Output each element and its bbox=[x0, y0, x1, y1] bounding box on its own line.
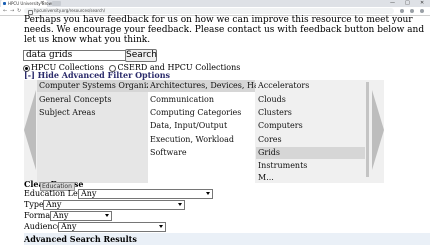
chevron-down-icon bbox=[178, 203, 182, 206]
filter-browser: Computer Systems Organization General Co… bbox=[24, 80, 384, 183]
filter-option[interactable]: Clusters bbox=[258, 107, 292, 119]
profile-icon[interactable] bbox=[410, 9, 414, 13]
audience-row: Audience: Any bbox=[24, 222, 166, 232]
filter-option[interactable]: Cores bbox=[258, 134, 282, 146]
filter-column-1: Computer Systems Organization General Co… bbox=[37, 80, 171, 183]
tab-title: HPCU University Browse bbox=[8, 1, 57, 6]
url-text: hpcuniversity.org/resources/search/ bbox=[34, 8, 106, 13]
new-tab-button[interactable] bbox=[52, 1, 61, 6]
filter-option[interactable]: Execution, Workload bbox=[150, 134, 234, 146]
select-value: Any bbox=[53, 211, 69, 220]
format-row: Format: Any bbox=[24, 211, 112, 221]
minimize-icon[interactable]: — bbox=[390, 0, 395, 7]
filter-option[interactable]: Data, Input/Output bbox=[150, 120, 227, 132]
filter-option[interactable]: Computer Systems Organization bbox=[37, 80, 171, 92]
forward-icon[interactable]: → bbox=[10, 7, 14, 15]
browser-tab-bar: HPCU University Browse × — □ ✕ bbox=[0, 0, 430, 7]
select-value: Any bbox=[81, 189, 97, 198]
column-scrollbar[interactable] bbox=[366, 82, 369, 177]
back-icon[interactable]: ← bbox=[3, 7, 7, 15]
search-input[interactable]: data grids bbox=[23, 50, 127, 61]
chevron-down-icon bbox=[159, 225, 163, 228]
filter-option[interactable]: General Concepts bbox=[39, 94, 111, 106]
filter-option[interactable]: Grids bbox=[256, 147, 365, 159]
filter-column-3: Accelerators Clouds Clusters Computers C… bbox=[256, 80, 369, 183]
education-level-row: Education Level: Any bbox=[24, 189, 213, 199]
filter-option[interactable]: Computing Categories bbox=[150, 107, 241, 119]
reload-icon[interactable]: ↻ bbox=[17, 7, 21, 15]
type-select[interactable]: Any bbox=[43, 200, 185, 210]
extensions-icon[interactable] bbox=[400, 9, 404, 13]
chevron-down-icon bbox=[105, 214, 109, 217]
filter-option[interactable]: Software bbox=[150, 147, 187, 159]
chevron-down-icon bbox=[206, 192, 210, 195]
address-bar[interactable]: hpcuniversity.org/resources/search/ bbox=[24, 8, 394, 15]
carousel-next-arrow[interactable] bbox=[372, 90, 384, 170]
carousel-prev-arrow[interactable] bbox=[24, 90, 36, 170]
browser-tab[interactable]: HPCU University Browse × bbox=[1, 0, 56, 7]
close-window-icon[interactable]: ✕ bbox=[420, 0, 424, 7]
select-value: Any bbox=[61, 222, 77, 231]
filter-option[interactable]: Communication bbox=[150, 94, 214, 106]
hide-filters-link[interactable]: [-] Hide Advanced Filter Options bbox=[24, 71, 170, 80]
search-button[interactable]: Search bbox=[125, 49, 157, 62]
site-favicon-icon bbox=[3, 2, 6, 5]
feedback-intro: Perhaps you have feedback for us on how … bbox=[24, 15, 425, 45]
type-row: Type: Any bbox=[24, 200, 185, 210]
select-value: Any bbox=[46, 200, 62, 209]
audience-select[interactable]: Any bbox=[58, 222, 166, 232]
maximize-icon[interactable]: □ bbox=[405, 0, 410, 7]
advanced-results-heading: Advanced Search Results bbox=[24, 234, 137, 244]
tab-close-icon[interactable]: × bbox=[40, 0, 44, 7]
menu-icon[interactable] bbox=[420, 9, 424, 13]
filter-option[interactable]: Architectures, Devices, Hardware bbox=[148, 80, 288, 92]
filter-option[interactable]: Computers bbox=[258, 120, 303, 132]
format-select[interactable]: Any bbox=[50, 211, 112, 221]
lock-icon bbox=[28, 9, 33, 15]
filter-option[interactable]: Clouds bbox=[258, 94, 286, 106]
filter-column-2: Architectures, Devices, Hardware Communi… bbox=[148, 80, 288, 183]
filter-option[interactable]: Accelerators bbox=[258, 80, 309, 92]
filter-option[interactable]: Instruments bbox=[258, 160, 307, 172]
filter-option[interactable]: M... bbox=[258, 172, 274, 183]
filter-option[interactable]: Subject Areas bbox=[39, 107, 95, 119]
education-level-select[interactable]: Any bbox=[78, 189, 213, 199]
